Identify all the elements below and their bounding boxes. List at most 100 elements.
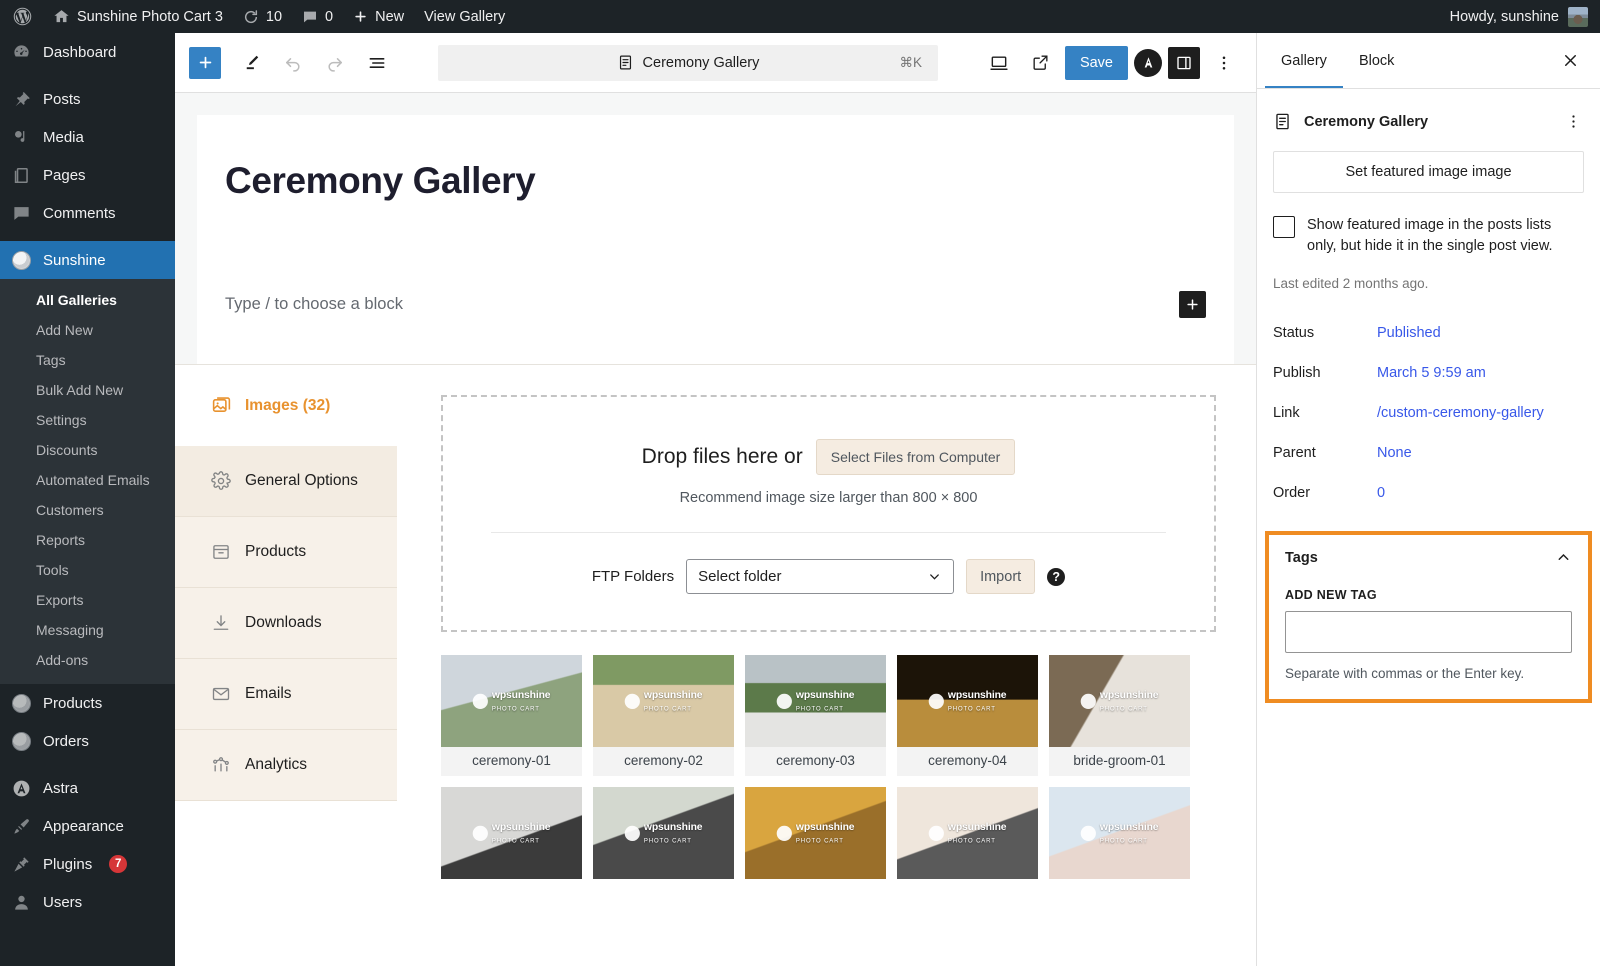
submenu-item-exports[interactable]: Exports [0,585,175,615]
ftp-import-row: FTP Folders Select folder Import ? [443,559,1214,595]
sidebar-item-orders[interactable]: Orders [0,722,175,760]
post-inner: Ceremony Gallery Type / to choose a bloc… [197,159,1234,319]
import-button[interactable]: Import [966,559,1036,595]
nav-item-emails[interactable]: Emails [175,659,397,731]
sidebar-item-astra[interactable]: Astra [0,769,175,807]
document-type-label: Ceremony Gallery [1304,113,1429,130]
nav-item-analytics[interactable]: Analytics [175,730,397,802]
nav-item-downloads[interactable]: Downloads [175,588,397,660]
updates-menu[interactable]: 10 [233,0,292,33]
save-button[interactable]: Save [1064,45,1128,80]
new-content-menu[interactable]: New [343,0,414,33]
sidebar-item-pages[interactable]: Pages [0,156,175,194]
nav-item-general-options[interactable]: General Options [175,446,397,518]
plugins-update-badge: 7 [109,855,128,873]
parent-value[interactable]: None [1377,444,1412,464]
edit-tool-button[interactable] [233,45,269,81]
updates-count: 10 [265,8,283,25]
thumbnail-item[interactable]: wpsunshine PHOTO CART [441,787,582,880]
help-icon[interactable]: ? [1047,567,1066,586]
download-icon [211,613,231,633]
pages-icon [11,166,32,185]
close-icon[interactable] [1549,33,1592,88]
sidebar-item-products[interactable]: Products [0,684,175,722]
preview-device-button[interactable] [981,45,1017,81]
kebab-icon[interactable] [1563,109,1584,134]
sidebar-item-users[interactable]: Users [0,883,175,921]
tab-images[interactable]: Images (32) [175,395,397,446]
thumbnail-caption: bride-groom-01 [1073,753,1166,769]
ftp-folder-select[interactable]: Select folder [686,559,955,595]
tags-panel-header[interactable]: Tags [1285,549,1572,566]
site-name-menu[interactable]: Sunshine Photo Cart 3 [43,0,233,33]
nav-item-products[interactable]: Products [175,517,397,589]
astra-settings-button[interactable] [1134,48,1162,77]
upload-dropzone[interactable]: Drop files here or Select Files from Com… [441,395,1216,633]
thumbnail-item[interactable]: wpsunshine PHOTO CART ceremony-04 [897,655,1038,777]
my-account-menu[interactable]: Howdy, sunshine [1450,6,1600,27]
document-command-bar[interactable]: Ceremony Gallery ⌘K [437,44,938,81]
add-new-tag-input[interactable] [1285,611,1572,654]
thumbnail-item[interactable]: wpsunshine PHOTO CART [1049,787,1190,880]
thumbnail-item[interactable]: wpsunshine PHOTO CART [745,787,886,880]
submenu-item-all-galleries[interactable]: All Galleries [0,285,175,315]
featured-image-checkbox-label: Show featured image in the posts lists o… [1307,217,1553,255]
wp-logo-menu[interactable] [0,0,43,33]
permalink-value[interactable]: /custom-ceremony-gallery [1377,404,1544,424]
submenu-item-messaging[interactable]: Messaging [0,615,175,645]
order-value[interactable]: 0 [1377,484,1385,504]
thumbnail-item[interactable]: wpsunshine PHOTO CART [897,787,1038,880]
document-icon [617,54,634,71]
view-post-button[interactable] [1023,45,1059,81]
add-block-button[interactable] [189,46,221,79]
submenu-item-add-ons[interactable]: Add-ons [0,645,175,675]
sidebar-item-dashboard[interactable]: Dashboard [0,33,175,71]
thumbnail-item[interactable]: wpsunshine PHOTO CART bride-groom-01 [1049,655,1190,777]
tab-block[interactable]: Block [1343,33,1410,88]
sidebar-item-label: Orders [43,732,89,750]
admin-body: Dashboard Posts Media Pages Comments Sun… [0,33,1600,966]
list-view-button[interactable] [359,45,395,81]
sidebar-item-comments[interactable]: Comments [0,194,175,232]
view-gallery-link[interactable]: View Gallery [414,0,515,33]
thumbnail-image: wpsunshine PHOTO CART [1049,787,1190,880]
chevron-up-icon[interactable] [1555,549,1572,566]
sidebar-item-plugins[interactable]: Plugins 7 [0,845,175,883]
submenu-item-settings[interactable]: Settings [0,405,175,435]
select-files-button[interactable]: Select Files from Computer [815,439,1016,476]
sidebar-item-posts[interactable]: Posts [0,80,175,118]
block-placeholder[interactable]: Type / to choose a block [225,295,1179,314]
gallery-options-list: General Options Products Downloads Email… [175,446,397,802]
sidebar-item-sunshine[interactable]: Sunshine [0,241,175,279]
submenu-item-reports[interactable]: Reports [0,525,175,555]
thumbnail-item[interactable]: wpsunshine PHOTO CART ceremony-02 [593,655,734,777]
featured-image-checkbox[interactable] [1273,216,1295,238]
thumbnail-item[interactable]: wpsunshine PHOTO CART ceremony-03 [745,655,886,777]
sidebar-item-appearance[interactable]: Appearance [0,807,175,845]
home-icon [53,8,70,25]
submenu-item-add-new[interactable]: Add New [0,315,175,345]
status-badge[interactable]: Published [1377,324,1441,344]
submenu-item-tags[interactable]: Tags [0,345,175,375]
user-icon [11,893,32,912]
sidebar-item-media[interactable]: Media [0,118,175,156]
thumbnail-item[interactable]: wpsunshine PHOTO CART [593,787,734,880]
publish-date-value[interactable]: March 5 9:59 am [1377,364,1486,384]
dropzone-primary-row: Drop files here or Select Files from Com… [443,439,1214,476]
submenu-item-customers[interactable]: Customers [0,495,175,525]
editor-options-button[interactable] [1206,45,1242,81]
set-featured-image-button[interactable]: Set featured image image [1273,151,1584,193]
submenu-item-bulk-add-new[interactable]: Bulk Add New [0,375,175,405]
submenu-item-discounts[interactable]: Discounts [0,435,175,465]
comments-menu[interactable]: 0 [292,0,343,33]
wordpress-logo-icon [12,6,33,27]
submenu-item-automated-emails[interactable]: Automated Emails [0,465,175,495]
block-appender-button[interactable] [1179,291,1206,319]
redo-button[interactable] [317,45,353,81]
thumbnail-item[interactable]: wpsunshine PHOTO CART ceremony-01 [441,655,582,777]
page-title[interactable]: Ceremony Gallery [225,159,1206,203]
undo-button[interactable] [275,45,311,81]
settings-sidebar-toggle[interactable] [1168,46,1200,79]
tab-gallery[interactable]: Gallery [1265,33,1343,88]
submenu-item-tools[interactable]: Tools [0,555,175,585]
